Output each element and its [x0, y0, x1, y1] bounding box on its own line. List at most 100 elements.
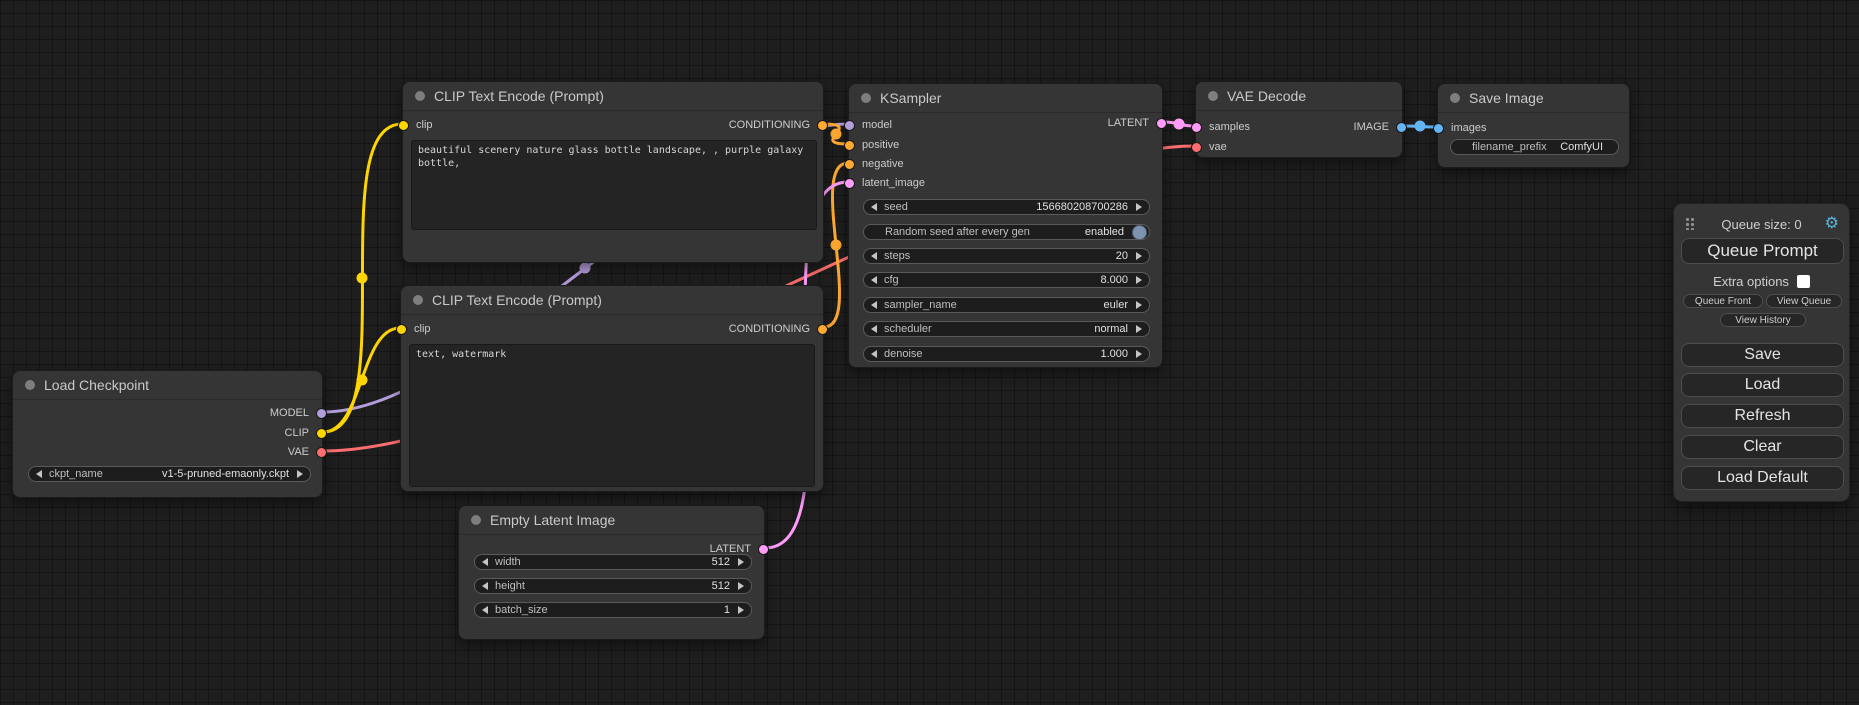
load-default-button[interactable]: Load Default	[1681, 466, 1844, 490]
link-midpoint-dot-negative-conditioning-to-ksampler[interactable]	[831, 240, 842, 251]
slot-label: clip	[414, 323, 431, 335]
widget-value: 1.000	[1100, 348, 1128, 360]
prev-value-arrow-icon[interactable]	[482, 606, 488, 614]
clip-output-dot[interactable]	[316, 428, 327, 439]
prev-value-arrow-icon[interactable]	[871, 203, 877, 211]
next-value-arrow-icon[interactable]	[297, 470, 303, 478]
view-queue-button[interactable]: View Queue	[1766, 294, 1842, 308]
prev-value-arrow-icon[interactable]	[871, 350, 877, 358]
scheduler-widget[interactable]: scheduler normal	[863, 321, 1150, 337]
next-value-arrow-icon[interactable]	[738, 582, 744, 590]
view-history-button[interactable]: View History	[1720, 313, 1806, 327]
node-clip-text-encode-negative: CLIP Text Encode (Prompt) clip CONDITION…	[400, 285, 824, 492]
clip-input-dot[interactable]	[396, 324, 407, 335]
denoise-widget[interactable]: denoise 1.000	[863, 346, 1150, 362]
widget-label: height	[495, 580, 525, 592]
prev-value-arrow-icon[interactable]	[871, 301, 877, 309]
node-header[interactable]: Save Image	[1438, 84, 1629, 113]
queue-front-button[interactable]: Queue Front	[1683, 294, 1763, 308]
node-clip-text-encode-positive: CLIP Text Encode (Prompt) clip CONDITION…	[402, 81, 824, 263]
slot-label: MODEL	[270, 407, 309, 419]
model-input-dot[interactable]	[844, 120, 855, 131]
conditioning-output-dot[interactable]	[817, 324, 828, 335]
latent-output-dot[interactable]	[1156, 118, 1167, 129]
images-input-dot[interactable]	[1433, 123, 1444, 134]
batch-size-widget[interactable]: batch_size 1	[474, 602, 752, 618]
collapse-dot-icon[interactable]	[413, 295, 423, 305]
clear-button[interactable]: Clear	[1681, 435, 1844, 459]
image-output-dot[interactable]	[1396, 122, 1407, 133]
prev-value-arrow-icon[interactable]	[482, 582, 488, 590]
link-midpoint-dot-checkpoint-model-to-ksampler[interactable]	[580, 263, 591, 274]
extra-options-checkbox[interactable]	[1797, 275, 1810, 288]
conditioning-output-dot[interactable]	[817, 120, 828, 131]
next-value-arrow-icon[interactable]	[738, 558, 744, 566]
height-widget[interactable]: height 512	[474, 578, 752, 594]
collapse-dot-icon[interactable]	[415, 91, 425, 101]
prev-value-arrow-icon[interactable]	[482, 558, 488, 566]
negative-prompt-textarea[interactable]: text, watermark	[409, 344, 815, 487]
node-header[interactable]: CLIP Text Encode (Prompt)	[401, 286, 823, 315]
node-header[interactable]: KSampler	[849, 84, 1162, 113]
positive-prompt-textarea[interactable]: beautiful scenery nature glass bottle la…	[411, 140, 817, 230]
cfg-widget[interactable]: cfg 8.000	[863, 272, 1150, 288]
save-button[interactable]: Save	[1681, 343, 1844, 367]
next-value-arrow-icon[interactable]	[1136, 203, 1142, 211]
node-header[interactable]: Empty Latent Image	[459, 506, 764, 535]
node-header[interactable]: CLIP Text Encode (Prompt)	[403, 82, 823, 111]
prev-value-arrow-icon[interactable]	[871, 252, 877, 260]
prev-value-arrow-icon[interactable]	[36, 470, 42, 478]
positive-input-dot[interactable]	[844, 140, 855, 151]
collapse-dot-icon[interactable]	[471, 515, 481, 525]
collapse-dot-icon[interactable]	[25, 380, 35, 390]
link-midpoint-dot-checkpoint-clip-to-positive-encoder[interactable]	[357, 273, 368, 284]
collapse-dot-icon[interactable]	[1450, 93, 1460, 103]
widget-label: batch_size	[495, 604, 548, 616]
ckpt-name-widget[interactable]: ckpt_name v1-5-pruned-emaonly.ckpt	[28, 466, 311, 482]
sampler-name-widget[interactable]: sampler_name euler	[863, 297, 1150, 313]
next-value-arrow-icon[interactable]	[1136, 325, 1142, 333]
vae-input-dot[interactable]	[1191, 142, 1202, 153]
toggle-enabled-icon[interactable]	[1132, 225, 1147, 240]
latent-output-dot[interactable]	[758, 544, 769, 555]
prev-value-arrow-icon[interactable]	[871, 276, 877, 284]
collapse-dot-icon[interactable]	[861, 93, 871, 103]
slot-label: images	[1451, 122, 1486, 134]
collapse-dot-icon[interactable]	[1208, 91, 1218, 101]
node-header[interactable]: Load Checkpoint	[13, 371, 322, 400]
node-header[interactable]: VAE Decode	[1196, 82, 1402, 111]
next-value-arrow-icon[interactable]	[1136, 350, 1142, 358]
vae-output-dot[interactable]	[316, 447, 327, 458]
widget-label: denoise	[884, 348, 923, 360]
load-button[interactable]: Load	[1681, 373, 1844, 397]
prev-value-arrow-icon[interactable]	[871, 325, 877, 333]
refresh-button[interactable]: Refresh	[1681, 404, 1844, 428]
link-midpoint-dot-ksampler-latent-to-vae-decode[interactable]	[1174, 119, 1185, 130]
next-value-arrow-icon[interactable]	[1136, 276, 1142, 284]
seed-widget[interactable]: seed 156680208700286	[863, 199, 1150, 215]
queue-prompt-button[interactable]: Queue Prompt	[1681, 238, 1844, 264]
settings-gear-icon[interactable]: ⚙	[1825, 215, 1839, 231]
link-midpoint-dot-checkpoint-clip-to-negative-encoder[interactable]	[357, 375, 368, 386]
next-value-arrow-icon[interactable]	[738, 606, 744, 614]
node-graph-canvas[interactable]: Load Checkpoint MODEL CLIP VAE ckpt_name…	[0, 0, 1859, 705]
node-save-image: Save Image images filename_prefix ComfyU…	[1437, 83, 1630, 168]
next-value-arrow-icon[interactable]	[1136, 252, 1142, 260]
next-value-arrow-icon[interactable]	[1136, 301, 1142, 309]
node-empty-latent-image: Empty Latent Image LATENT width 512 heig…	[458, 505, 765, 640]
negative-input-dot[interactable]	[844, 159, 855, 170]
model-output-dot[interactable]	[316, 408, 327, 419]
filename-prefix-widget[interactable]: filename_prefix ComfyUI	[1450, 139, 1619, 155]
samples-input-dot[interactable]	[1191, 122, 1202, 133]
clip-input-dot[interactable]	[398, 120, 409, 131]
random-seed-toggle-widget[interactable]: Random seed after every gen enabled	[863, 224, 1150, 240]
latent-image-input-dot[interactable]	[844, 178, 855, 189]
link-midpoint-dot-positive-conditioning-to-ksampler[interactable]	[831, 129, 842, 140]
link-midpoint-dot-vae-image-to-save-image[interactable]	[1415, 121, 1426, 132]
steps-widget[interactable]: steps 20	[863, 248, 1150, 264]
extra-options-label: Extra options	[1713, 274, 1789, 289]
input-slot-clip: clip	[398, 116, 433, 134]
width-widget[interactable]: width 512	[474, 554, 752, 570]
node-title: CLIP Text Encode (Prompt)	[432, 292, 602, 308]
extra-options-row: Extra options	[1674, 274, 1849, 289]
